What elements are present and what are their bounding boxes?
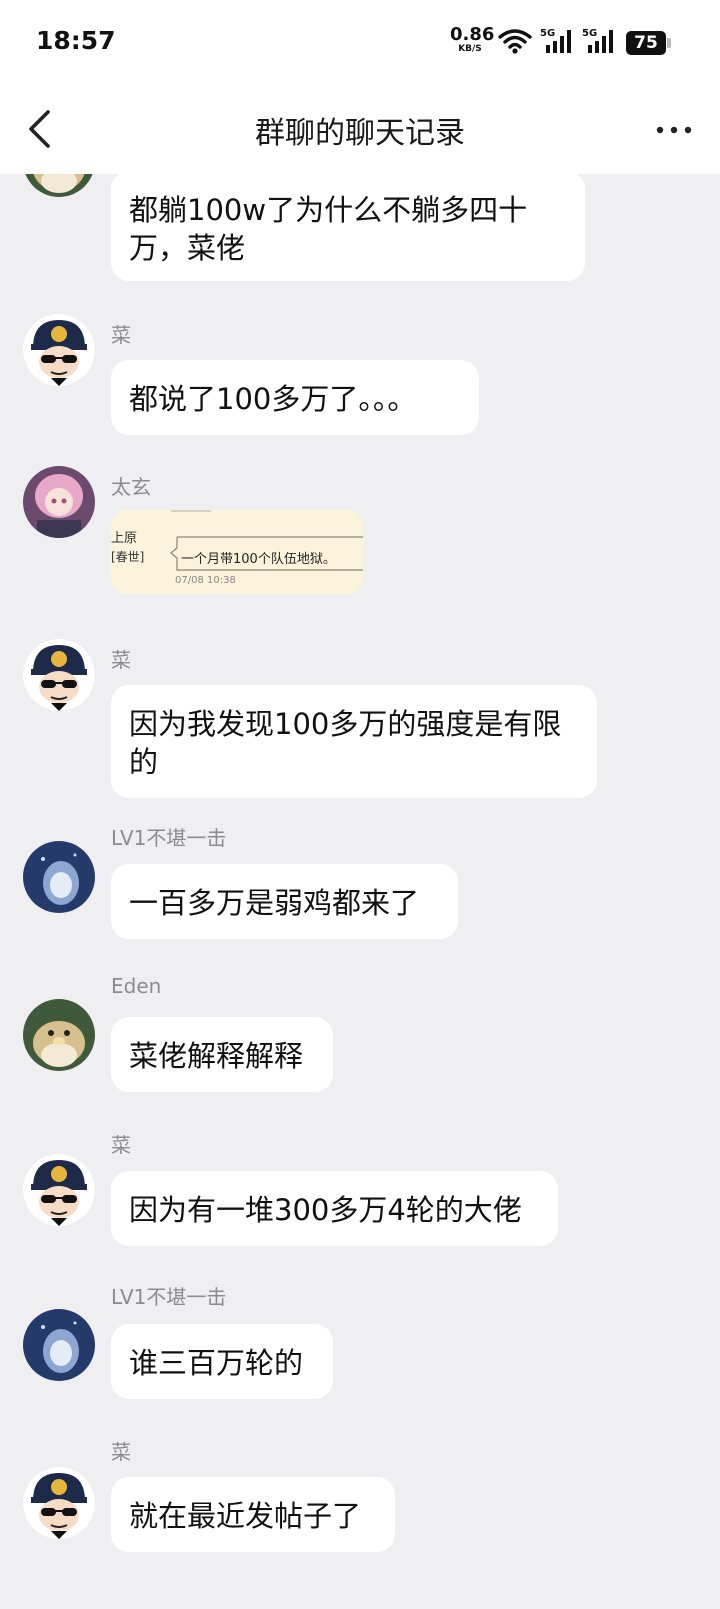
chat-screenshot-image: 上原 [春世] 一个月带100个队伍地狱。 07/08 10:38 xyxy=(111,510,363,594)
message-bubble[interactable]: 都说了100多万了。。。 xyxy=(111,360,479,435)
taixuan-avatar[interactable] xyxy=(23,466,95,538)
image-left-text-2: [春世] xyxy=(111,550,144,564)
lv1-avatar[interactable] xyxy=(23,841,95,913)
sender-name: 菜 xyxy=(111,323,131,347)
chat-header: 群聊的聊天记录 xyxy=(0,86,720,174)
cellular-signal-icon-2: 5G xyxy=(582,28,613,53)
signal-1-label: 5G xyxy=(540,28,555,39)
page-title: 群聊的聊天记录 xyxy=(255,116,465,151)
sender-name: 菜 xyxy=(111,1133,131,1157)
message-bubble[interactable]: 都躺100w了为什么不躺多四十万，菜佬 xyxy=(111,174,585,281)
network-speed-unit: KB/S xyxy=(458,44,482,54)
sender-name: LV1不堪一击 xyxy=(111,1285,227,1309)
message-bubble[interactable]: 一百多万是弱鸡都来了 xyxy=(111,864,458,939)
sender-name: LV1不堪一击 xyxy=(111,826,227,850)
sender-name: 太玄 xyxy=(111,475,151,499)
sender-name: Eden xyxy=(111,974,162,998)
status-bar: 18:57 0.86 KB/S 5G 5G 75 xyxy=(0,0,720,86)
message-bubble[interactable]: 谁三百万轮的 xyxy=(111,1324,333,1399)
message-bubble[interactable]: 因为有一堆300多万4轮的大佬 xyxy=(111,1171,558,1246)
image-message[interactable]: 上原 [春世] 一个月带100个队伍地狱。 07/08 10:38 xyxy=(111,510,363,594)
sender-name: 菜 xyxy=(111,1440,131,1464)
network-speed-value: 0.86 xyxy=(450,24,495,45)
eden-avatar[interactable] xyxy=(23,999,95,1071)
message-bubble[interactable]: 因为我发现100多万的强度是有限的 xyxy=(111,685,597,798)
more-options-icon[interactable] xyxy=(654,116,694,144)
chat-history[interactable]: 都躺100w了为什么不躺多四十万，菜佬 菜 都说了100多万了。。。 太玄 上原… xyxy=(0,174,720,1609)
cellular-signal-icon: 5G xyxy=(540,28,571,53)
image-quote-text: 一个月带100个队伍地狱。 xyxy=(181,552,336,567)
status-time: 18:57 xyxy=(36,26,116,55)
sender-name: 菜 xyxy=(111,648,131,672)
battery-icon: 75 xyxy=(626,31,671,55)
image-left-text-1: 上原 xyxy=(111,531,137,546)
image-timestamp: 07/08 10:38 xyxy=(175,575,236,586)
lv1-avatar[interactable] xyxy=(23,1309,95,1381)
wifi-icon xyxy=(498,29,532,54)
message-bubble[interactable]: 就在最近发帖子了 xyxy=(111,1477,395,1552)
signal-2-label: 5G xyxy=(582,28,597,39)
cai-avatar[interactable] xyxy=(23,1154,95,1226)
message-bubble[interactable]: 菜佬解释解释 xyxy=(111,1017,333,1092)
network-speed: 0.86 KB/S xyxy=(450,26,494,54)
eden-avatar[interactable] xyxy=(23,174,95,197)
cai-avatar[interactable] xyxy=(23,1467,95,1539)
cai-avatar[interactable] xyxy=(23,314,95,386)
cai-avatar[interactable] xyxy=(23,639,95,711)
